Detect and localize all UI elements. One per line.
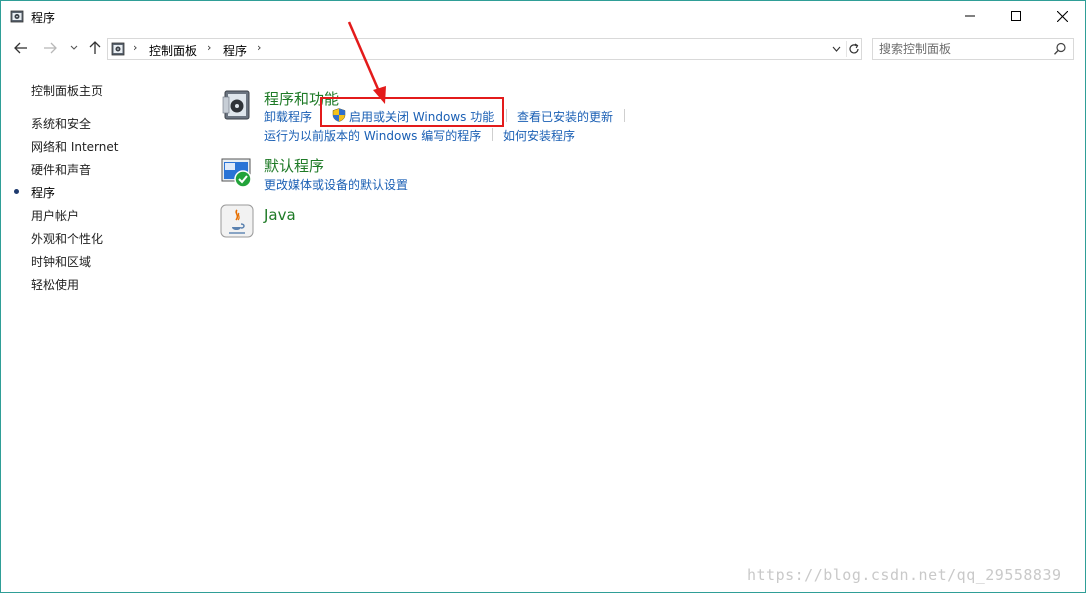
- search-input[interactable]: [879, 41, 1049, 57]
- link-how-to-install-program[interactable]: 如何安装程序: [503, 127, 575, 144]
- link-separator: [506, 109, 507, 122]
- category-title-java[interactable]: Java: [264, 206, 296, 224]
- link-run-older-programs[interactable]: 运行为以前版本的 Windows 编写的程序: [264, 127, 481, 144]
- link-view-installed-updates[interactable]: 查看已安装的更新: [517, 108, 613, 125]
- sidebar-item-clock-region[interactable]: 时钟和区域: [31, 253, 91, 270]
- recent-locations-button[interactable]: [65, 39, 83, 57]
- java-icon[interactable]: [219, 203, 255, 239]
- address-history-button[interactable]: [829, 42, 843, 56]
- arrow-right-icon: [44, 42, 57, 54]
- sidebar-item-user-accounts[interactable]: 用户帐户: [31, 207, 79, 224]
- category-title-default-programs[interactable]: 默认程序: [264, 155, 324, 176]
- address-bar[interactable]: › 控制面板 › 程序 ›: [107, 38, 862, 60]
- refresh-button[interactable]: [846, 41, 861, 57]
- sidebar-item-ease-of-access[interactable]: 轻松使用: [31, 276, 79, 293]
- close-button[interactable]: [1039, 1, 1085, 31]
- maximize-button[interactable]: [993, 1, 1039, 31]
- link-separator: [624, 109, 625, 122]
- programs-and-features-icon[interactable]: [219, 87, 255, 123]
- annotation-arrow-icon: [347, 21, 386, 104]
- link-uninstall-program[interactable]: 卸载程序: [264, 108, 312, 125]
- breadcrumb-chevron-icon[interactable]: ›: [257, 41, 261, 54]
- programs-app-icon: [10, 10, 24, 23]
- minimize-button[interactable]: [947, 1, 993, 31]
- sidebar-item-programs[interactable]: 程序: [31, 184, 55, 201]
- back-button[interactable]: [12, 39, 30, 57]
- link-change-media-defaults[interactable]: 更改媒体或设备的默认设置: [264, 176, 408, 193]
- refresh-icon: [849, 43, 859, 54]
- navigation-bar: › 控制面板 › 程序 ›: [1, 32, 1085, 65]
- arrow-up-icon: [89, 41, 101, 54]
- search-icon[interactable]: [1053, 42, 1067, 56]
- arrow-left-icon: [14, 42, 27, 54]
- breadcrumb-chevron-icon[interactable]: ›: [133, 41, 137, 54]
- sidebar-item-appearance[interactable]: 外观和个性化: [31, 230, 103, 247]
- programs-location-icon: [111, 42, 125, 56]
- current-page-bullet-icon: [14, 189, 19, 194]
- breadcrumb-control-panel[interactable]: 控制面板: [149, 42, 197, 59]
- sidebar-item-hardware-sound[interactable]: 硬件和声音: [31, 161, 91, 178]
- default-programs-icon[interactable]: [219, 155, 255, 191]
- chevron-down-icon: [70, 45, 78, 50]
- sidebar-item-system-security[interactable]: 系统和安全: [31, 115, 91, 132]
- maximize-icon: [1011, 11, 1021, 21]
- watermark-text: https://blog.csdn.net/qq_29558839: [747, 566, 1062, 584]
- window-title: 程序: [31, 11, 56, 25]
- search-box[interactable]: [872, 38, 1074, 60]
- breadcrumb-chevron-icon[interactable]: ›: [207, 41, 211, 54]
- sidebar-item-network-internet[interactable]: 网络和 Internet: [31, 138, 118, 155]
- minimize-icon: [965, 15, 975, 17]
- sidebar-item-control-panel-home[interactable]: 控制面板主页: [31, 82, 103, 99]
- link-separator: [492, 128, 493, 141]
- sidebar: 控制面板主页 系统和安全 网络和 Internet 硬件和声音 程序 用户帐户 …: [1, 65, 201, 592]
- close-icon: [1056, 10, 1068, 22]
- title-bar[interactable]: 程序: [1, 1, 1085, 32]
- up-button[interactable]: [86, 39, 104, 57]
- forward-button[interactable]: [41, 39, 59, 57]
- chevron-down-icon: [832, 46, 840, 52]
- control-panel-window: 程序 › 控制面板 › 程序 › 搜索控制面板 控制面板主页 系统和安全 网络和…: [0, 0, 1086, 593]
- breadcrumb-programs[interactable]: 程序: [223, 42, 247, 59]
